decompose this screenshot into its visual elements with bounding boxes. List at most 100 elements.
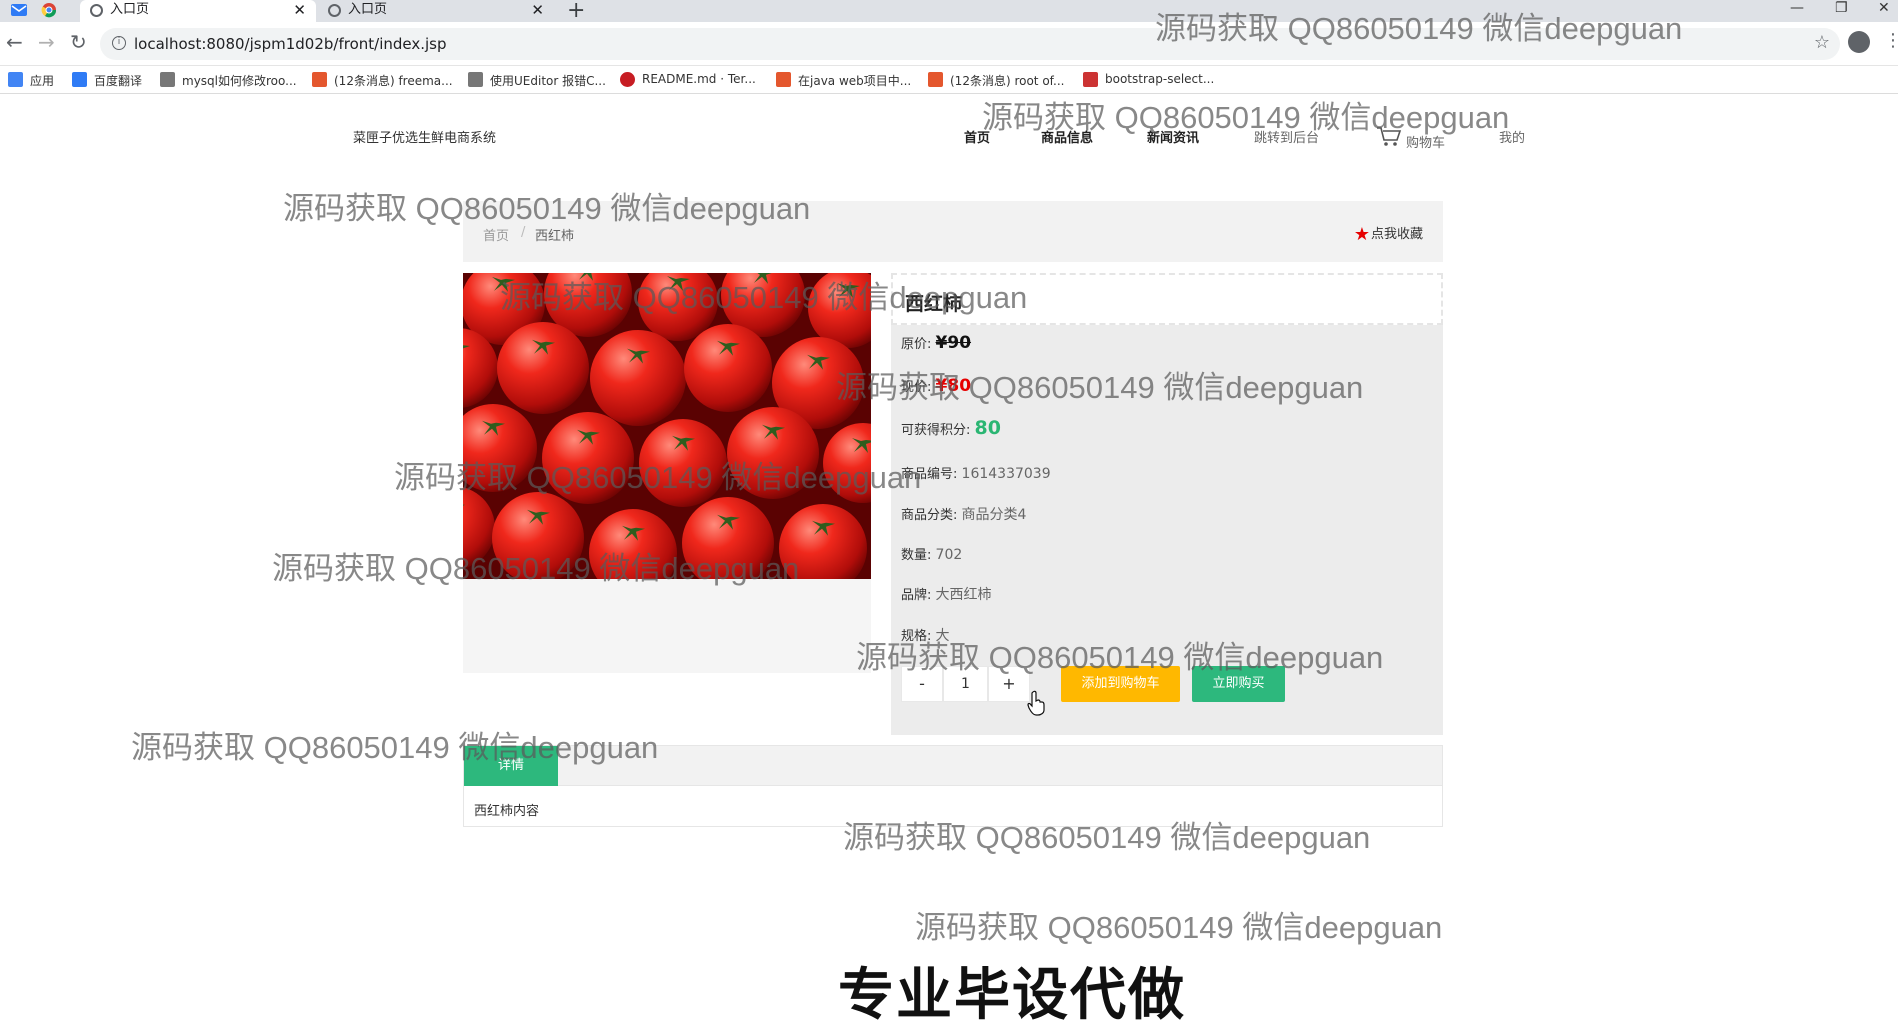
bookmark-label: mysql如何修改roo... — [182, 74, 297, 88]
bookmark-label: bootstrap-select... — [1105, 72, 1215, 86]
chrome-icon[interactable] — [40, 2, 58, 18]
bookmark-item[interactable]: 应用 — [8, 72, 54, 89]
profile-avatar-icon[interactable] — [1848, 31, 1870, 53]
tab-details[interactable]: 详情 — [464, 746, 558, 786]
spec-value: 大 — [935, 628, 950, 644]
bookmark-item[interactable]: 百度翻译 — [72, 72, 142, 89]
close-icon[interactable]: ✕ — [293, 0, 306, 20]
breadcrumb: 首页 / 西红柿 ★点我收藏 — [463, 201, 1443, 262]
bookmark-item[interactable]: bootstrap-select... — [1083, 72, 1215, 87]
buy-now-button[interactable]: 立即购买 — [1192, 666, 1285, 702]
globe-icon — [328, 4, 341, 17]
url-field[interactable]: i localhost:8080/jspm1d02b/front/index.j… — [100, 28, 1840, 60]
tomato — [727, 407, 819, 499]
forward-icon[interactable]: → — [38, 30, 55, 54]
add-to-cart-button[interactable]: 添加到购物车 — [1061, 666, 1180, 702]
nav-mine[interactable]: 我的 — [1499, 127, 1525, 146]
quantity-decrement-button[interactable]: - — [901, 666, 943, 702]
brand-label: 品牌: — [901, 588, 932, 603]
tomato — [590, 330, 686, 426]
stock-label: 数量: — [901, 548, 932, 563]
current-price-label: 现价: — [901, 380, 932, 395]
spec-row: 规格: 大 — [901, 625, 950, 645]
bookmark-label: README.md · Ter... — [642, 72, 756, 86]
window-close-button[interactable]: ✕ — [1878, 0, 1890, 16]
bookmark-item[interactable]: 使用UEditor 报错C... — [468, 72, 606, 89]
hand-cursor-icon — [1027, 690, 1045, 716]
product-code-row: 商品编号: 1614337039 — [901, 463, 1051, 482]
favorite-button[interactable]: ★点我收藏 — [1354, 223, 1423, 245]
original-price-row: 原价: ¥90 — [901, 333, 971, 353]
category-value: 商品分类4 — [961, 507, 1027, 523]
original-price-value: ¥90 — [935, 333, 972, 353]
back-icon[interactable]: ← — [6, 30, 23, 54]
tab-entry-page[interactable]: 入口页 ✕ — [318, 0, 554, 22]
bookmark-item[interactable]: 在java web项目中... — [776, 72, 911, 89]
star-icon: ★ — [1353, 224, 1370, 245]
info-icon[interactable]: i — [112, 36, 126, 50]
product-code-value: 1614337039 — [961, 466, 1051, 482]
details-tab-bar: 详情 — [464, 746, 1442, 786]
category-row: 商品分类: 商品分类4 — [901, 504, 1026, 524]
category-label: 商品分类: — [901, 508, 958, 523]
new-tab-button[interactable]: + — [567, 0, 585, 23]
bookmark-label: 在java web项目中... — [798, 74, 912, 88]
quantity-input[interactable]: 1 — [943, 666, 988, 702]
original-price-label: 原价: — [901, 337, 932, 352]
tomato — [497, 322, 589, 414]
nav-news[interactable]: 新闻资讯 — [1147, 127, 1199, 146]
points-value: 80 — [974, 417, 1001, 439]
restore-button[interactable]: ❐ — [1835, 0, 1848, 16]
url-text[interactable]: localhost:8080/jspm1d02b/front/index.jsp — [134, 35, 447, 53]
bookmark-item[interactable]: (12条消息) root of... — [928, 72, 1064, 89]
tomato — [639, 419, 727, 507]
shopping-cart-icon[interactable] — [1376, 125, 1402, 147]
nav-cart[interactable]: 购物车 — [1406, 132, 1445, 151]
tab-entry-page-active[interactable]: 入口页 ✕ — [80, 0, 316, 22]
tomato — [684, 324, 772, 412]
bookmark-label: 应用 — [30, 74, 55, 88]
site-title[interactable]: 菜匣子优选生鲜电商系统 — [353, 127, 496, 146]
mail-icon[interactable] — [10, 2, 28, 18]
ueditor-icon — [468, 72, 483, 87]
globe-icon — [90, 4, 103, 17]
menu-kebab-icon[interactable]: ⋮ — [1884, 30, 1898, 51]
bookmark-item[interactable]: README.md · Ter... — [620, 72, 756, 87]
bookmark-label: 使用UEditor 报错C... — [490, 74, 606, 88]
breadcrumb-separator: / — [521, 225, 526, 240]
favorite-label: 点我收藏 — [1370, 227, 1423, 242]
spec-label: 规格: — [901, 629, 932, 644]
details-content: 西红柿内容 — [474, 804, 540, 819]
bookmark-star-icon[interactable]: ☆ — [1814, 32, 1830, 53]
points-row: 可获得积分: 80 — [901, 417, 1001, 439]
product-code-label: 商品编号: — [901, 467, 958, 482]
reload-icon[interactable]: ↻ — [70, 30, 87, 54]
csdn-icon — [928, 72, 943, 87]
mysql-icon — [160, 72, 175, 87]
minimize-button[interactable]: — — [1790, 0, 1804, 16]
tomatoes-photo — [463, 273, 871, 579]
baidu-translate-icon — [72, 72, 87, 87]
csdn-icon — [312, 72, 327, 87]
nav-home[interactable]: 首页 — [964, 127, 990, 146]
bookmark-item[interactable]: mysql如何修改roo... — [160, 72, 297, 89]
quantity-increment-button[interactable]: + — [988, 666, 1030, 702]
details-section: 详情 西红柿内容 — [463, 745, 1443, 827]
address-bar: ← → ↻ i localhost:8080/jspm1d02b/front/i… — [0, 22, 1898, 66]
tomato — [542, 412, 634, 504]
stock-value: 702 — [935, 547, 963, 563]
breadcrumb-home[interactable]: 首页 — [483, 225, 509, 244]
bookmark-label: (12条消息) root of... — [950, 74, 1065, 88]
gitee-icon — [620, 72, 635, 87]
product-name-box: 西红柿 — [891, 273, 1443, 325]
bookmark-label: 百度翻译 — [94, 74, 143, 88]
nav-admin[interactable]: 跳转到后台 — [1254, 127, 1319, 146]
close-icon[interactable]: ✕ — [531, 0, 544, 20]
browser-tab-strip: 入口页 ✕ 入口页 ✕ + — ❐ ✕ — [0, 0, 1898, 23]
nav-products[interactable]: 商品信息 — [1041, 127, 1093, 146]
bootstrap-icon — [1083, 72, 1098, 87]
csdn-icon — [776, 72, 791, 87]
bookmarks-bar: 应用 百度翻译 mysql如何修改roo... (12条消息) freema..… — [0, 66, 1898, 94]
promo-caption: 专业毕设代做 — [838, 963, 1186, 1020]
bookmark-item[interactable]: (12条消息) freema... — [312, 72, 453, 89]
